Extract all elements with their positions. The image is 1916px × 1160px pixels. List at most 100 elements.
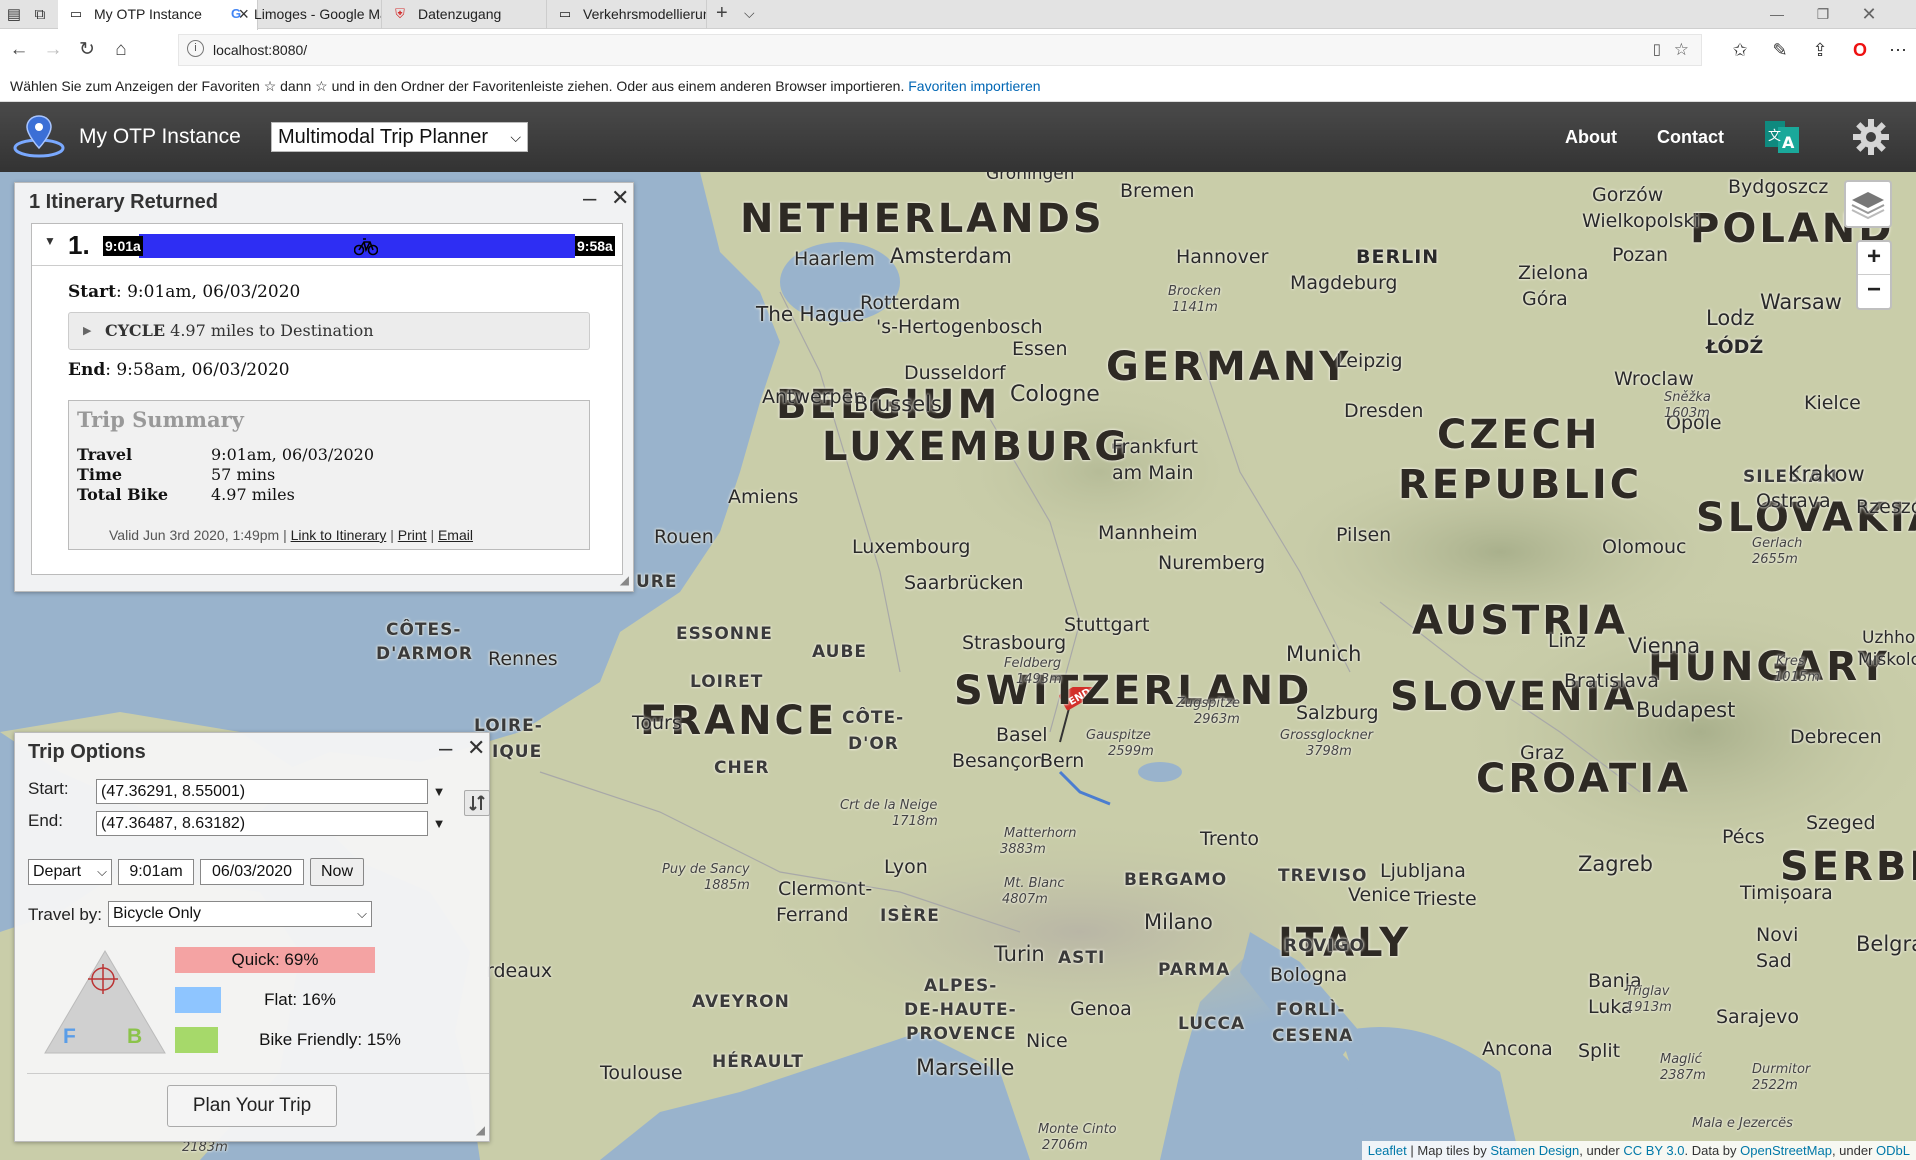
print-link[interactable]: Print <box>398 527 427 543</box>
page-icon: ▭ <box>558 6 572 21</box>
tab-datenzugang[interactable]: ⛨ Datenzugang <box>382 0 547 29</box>
end-location-input[interactable]: (47.36487, 8.63182) <box>96 811 428 836</box>
map-label-region: LOIRET <box>690 672 764 692</box>
about-link[interactable]: About <box>1565 102 1617 172</box>
map-label-peak: Gerlach <box>1752 536 1803 551</box>
set-aside-tabs-icon[interactable]: ⧉ <box>28 0 52 29</box>
share-icon[interactable]: ⇪ <box>1802 30 1838 70</box>
map-label-city: BERLIN <box>1356 246 1440 268</box>
favorite-star-icon[interactable]: ☆ <box>1674 35 1689 65</box>
stamen-link[interactable]: Stamen Design <box>1490 1143 1579 1158</box>
leaflet-link[interactable]: Leaflet <box>1368 1143 1407 1158</box>
restore-icon[interactable]: ❐ <box>1800 0 1846 29</box>
tab-preview-chevron-icon[interactable]: ⌵ <box>744 0 755 29</box>
map-label-region: CÔTE- <box>842 708 905 728</box>
minimize-panel-icon[interactable]: – <box>439 735 452 763</box>
map-label-city: Rzeszów <box>1856 496 1916 518</box>
new-tab-icon[interactable]: + <box>716 0 728 29</box>
start-label: Start <box>68 282 116 302</box>
site-info-icon[interactable]: i <box>187 40 204 57</box>
leg-description: 4.97 miles to Destination <box>165 321 374 340</box>
favorites-hint: Wählen Sie zum Anzeigen der Favoriten ☆ … <box>10 78 905 94</box>
map-label-region: ALPES- <box>924 976 998 996</box>
swap-locations-button[interactable] <box>464 790 490 816</box>
cc-by-link[interactable]: CC BY 3.0 <box>1623 1143 1684 1158</box>
map-label-peak: Brocken <box>1168 284 1222 299</box>
back-icon[interactable]: ← <box>2 30 36 70</box>
map-label-peak: Zugspitze <box>1176 696 1240 711</box>
web-note-icon[interactable]: ✎ <box>1762 30 1798 70</box>
time-input[interactable]: 9:01am <box>118 859 194 885</box>
map-label-city: Haarlem <box>794 248 875 270</box>
favorites-hub-icon[interactable]: ✩ <box>1722 30 1758 70</box>
home-icon[interactable]: ⌂ <box>104 30 138 70</box>
map-label-region: AVEYRON <box>692 992 790 1012</box>
zoom-in-button[interactable]: + <box>1858 242 1890 274</box>
collapse-caret-icon[interactable]: ▼ <box>44 234 56 248</box>
map-label-peak: Maglić <box>1660 1052 1702 1067</box>
resize-handle-icon[interactable]: ◢ <box>620 573 629 587</box>
map-label-city: Rotterdam <box>860 292 961 314</box>
close-window-icon[interactable]: ✕ <box>1846 0 1892 29</box>
minimize-icon[interactable]: — <box>1754 0 1800 29</box>
bike-triangle-widget[interactable] <box>41 947 169 1057</box>
map-label-country: CROATIA <box>1476 756 1692 802</box>
odbl-link[interactable]: ODbL <box>1876 1143 1910 1158</box>
tab-title: Verkehrsmodellierung im U <box>583 6 707 22</box>
end-dropdown-icon[interactable]: ▼ <box>429 811 449 836</box>
map-label-peak: Feldberg <box>1004 656 1062 671</box>
plan-your-trip-button[interactable]: Plan Your Trip <box>167 1085 337 1127</box>
zoom-out-button[interactable]: − <box>1858 274 1890 306</box>
link-to-itinerary-link[interactable]: Link to Itinerary <box>291 527 387 543</box>
map-label-city: Ancona <box>1482 1038 1553 1060</box>
import-favorites-link[interactable]: Favoriten importieren <box>908 78 1040 94</box>
map-label-city: Groningen <box>986 172 1075 184</box>
map-label-city: Essen <box>1012 338 1068 360</box>
brand-title[interactable]: My OTP Instance <box>79 102 241 172</box>
tab-list-icon[interactable]: ▤ <box>2 0 26 29</box>
date-input[interactable]: 06/03/2020 <box>200 859 304 885</box>
map-label-peak: 2599m <box>1108 744 1154 759</box>
opera-icon[interactable]: O <box>1842 30 1878 70</box>
now-button[interactable]: Now <box>310 858 364 886</box>
map-label-region: ROVIGO <box>1284 936 1365 956</box>
travel-mode-select[interactable]: Bicycle Only ⌵ <box>108 901 372 927</box>
contact-link[interactable]: Contact <box>1657 102 1724 172</box>
layers-control[interactable] <box>1844 180 1892 228</box>
reading-view-icon[interactable]: ▯ <box>1653 35 1661 65</box>
tab-verkehrsmodellierung[interactable]: ▭ Verkehrsmodellierung im U <box>547 0 707 29</box>
map-attribution: Leaflet | Map tiles by Stamen Design, un… <box>1361 1141 1916 1160</box>
osm-link[interactable]: OpenStreetMap <box>1740 1143 1832 1158</box>
map-label-peak: Gauspitze <box>1086 728 1151 743</box>
map-label-city: Strasbourg <box>962 632 1067 654</box>
language-icon[interactable]: 文 A <box>1765 119 1799 155</box>
map-label-country: AUSTRIA <box>1412 598 1628 644</box>
email-link[interactable]: Email <box>438 527 473 543</box>
depart-select[interactable]: Depart ⌵ <box>28 859 112 885</box>
close-panel-icon[interactable]: ✕ <box>467 735 485 761</box>
start-location-input[interactable]: (47.36291, 8.55001) <box>96 779 428 804</box>
map-label-city: Bydgoszcz <box>1728 176 1829 198</box>
url-text[interactable]: localhost:8080/ <box>213 35 307 65</box>
resize-handle-icon[interactable]: ◢ <box>476 1123 485 1137</box>
map-label-country: REPUBLIC <box>1398 462 1643 508</box>
gear-icon[interactable] <box>1852 118 1890 156</box>
start-dropdown-icon[interactable]: ▼ <box>429 779 449 804</box>
map-label-city: Tours <box>632 712 682 734</box>
summary-label-total-bike: Total Bike <box>77 485 169 504</box>
map-label-city: Warsaw <box>1760 290 1842 314</box>
tab-google-maps[interactable]: G Limoges - Google Maps <box>218 0 382 29</box>
map-label-region: D'ARMOR <box>376 644 474 664</box>
address-bar[interactable]: i localhost:8080/ ▯ ☆ <box>178 34 1702 66</box>
minimize-panel-icon[interactable]: – <box>583 185 596 213</box>
cycle-leg-toggle[interactable]: ▶ CYCLE 4.97 miles to Destination <box>68 312 590 350</box>
map-label-city: Szeged <box>1806 812 1876 834</box>
trip-planner-select[interactable]: Multimodal Trip Planner ⌵ <box>271 122 528 152</box>
map-label-city: Ferrand <box>776 904 849 926</box>
close-panel-icon[interactable]: ✕ <box>611 185 629 211</box>
refresh-icon[interactable]: ↻ <box>70 30 104 70</box>
itinerary-header[interactable]: ▼ 1. 9:01a 9:58a <box>32 224 622 266</box>
forward-icon[interactable]: → <box>36 30 70 70</box>
more-menu-icon[interactable]: ⋯ <box>1880 30 1916 70</box>
map-label-city: Nuremberg <box>1158 552 1266 574</box>
